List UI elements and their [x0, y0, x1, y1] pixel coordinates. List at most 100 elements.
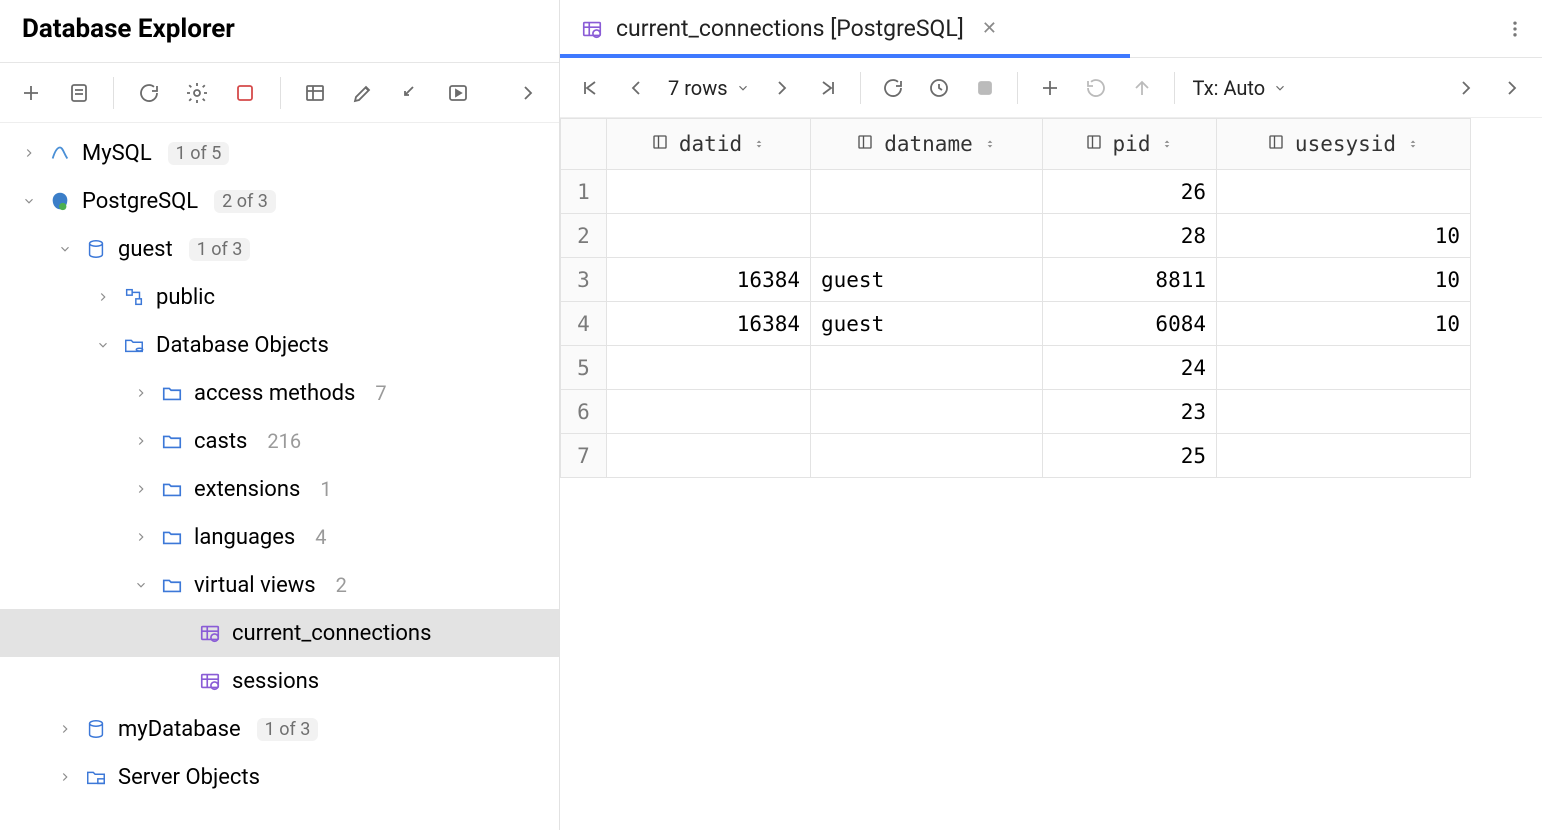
cell[interactable] [811, 214, 1043, 258]
cell[interactable]: 16384 [607, 302, 811, 346]
cell[interactable] [811, 434, 1043, 478]
chevron-right-icon[interactable] [132, 432, 150, 450]
row-number-cell[interactable]: 6 [561, 390, 607, 434]
cell[interactable] [607, 214, 811, 258]
reload-icon[interactable] [879, 74, 907, 102]
cell[interactable] [607, 170, 811, 214]
submit-icon[interactable] [1128, 74, 1156, 102]
next-result-icon[interactable] [1498, 74, 1526, 102]
tree-node-sessions[interactable]: sessions [0, 657, 559, 705]
cell[interactable]: 8811 [1043, 258, 1217, 302]
chevron-right-icon[interactable] [20, 144, 38, 162]
cell[interactable]: 10 [1217, 214, 1471, 258]
tab-current-connections[interactable]: current_connections [PostgreSQL] ✕ [560, 0, 1017, 58]
tree-node-current-connections[interactable]: current_connections [0, 609, 559, 657]
column-header-datname[interactable]: datname [811, 119, 1043, 170]
chevron-right-icon[interactable] [132, 528, 150, 546]
table-row[interactable]: 7 25 [561, 434, 1471, 478]
row-number-cell[interactable]: 1 [561, 170, 607, 214]
data-grid[interactable]: datiddatnamepidusesysid12622810316384gue… [560, 118, 1542, 830]
cell[interactable] [811, 346, 1043, 390]
run-icon[interactable] [446, 79, 472, 107]
last-page-icon[interactable] [814, 74, 842, 102]
cell[interactable] [607, 434, 811, 478]
cell[interactable]: 6084 [1043, 302, 1217, 346]
expand-icon[interactable] [515, 79, 541, 107]
cell[interactable]: 26 [1043, 170, 1217, 214]
chevron-down-icon[interactable] [132, 576, 150, 594]
chevron-right-icon[interactable] [132, 480, 150, 498]
auto-reload-icon[interactable] [925, 74, 953, 102]
tree-node-database-objects[interactable]: Database Objects [0, 321, 559, 369]
cell[interactable]: 10 [1217, 302, 1471, 346]
cell[interactable] [1217, 390, 1471, 434]
cell[interactable]: 23 [1043, 390, 1217, 434]
sort-icon[interactable] [752, 132, 766, 156]
settings-icon[interactable] [184, 79, 210, 107]
tree-node-server-objects[interactable]: Server Objects [0, 753, 559, 801]
tree-node-casts[interactable]: casts 216 [0, 417, 559, 465]
tree-node-languages[interactable]: languages 4 [0, 513, 559, 561]
sort-icon[interactable] [1406, 132, 1420, 156]
column-header-pid[interactable]: pid [1043, 119, 1217, 170]
cell[interactable]: 24 [1043, 346, 1217, 390]
prev-page-icon[interactable] [622, 74, 650, 102]
tree-node-mydatabase[interactable]: myDatabase 1 of 3 [0, 705, 559, 753]
tree-node-virtual-views[interactable]: virtual views 2 [0, 561, 559, 609]
column-header-datid[interactable]: datid [607, 119, 811, 170]
sort-icon[interactable] [983, 132, 997, 156]
table-row[interactable]: 5 24 [561, 346, 1471, 390]
cell[interactable]: 10 [1217, 258, 1471, 302]
revert-icon[interactable] [1082, 74, 1110, 102]
row-number-cell[interactable]: 7 [561, 434, 607, 478]
tree-node-mysql[interactable]: MySQL 1 of 5 [0, 129, 559, 177]
table-view-icon[interactable] [302, 79, 328, 107]
tree-node-postgresql[interactable]: PostgreSQL 2 of 3 [0, 177, 559, 225]
table-row[interactable]: 416384guest608410 [561, 302, 1471, 346]
chevron-right-icon[interactable] [56, 768, 74, 786]
table-row[interactable]: 316384guest881110 [561, 258, 1471, 302]
cell[interactable] [607, 390, 811, 434]
cell[interactable] [1217, 170, 1471, 214]
row-number-cell[interactable]: 4 [561, 302, 607, 346]
query-console-icon[interactable] [66, 79, 92, 107]
cell[interactable]: 16384 [607, 258, 811, 302]
add-icon[interactable] [18, 79, 44, 107]
cell[interactable] [1217, 434, 1471, 478]
add-row-icon[interactable] [1036, 74, 1064, 102]
chevron-right-icon[interactable] [56, 720, 74, 738]
more-options-icon[interactable] [1498, 12, 1532, 46]
chevron-right-icon[interactable] [94, 288, 112, 306]
cell[interactable]: guest [811, 258, 1043, 302]
cancel-query-icon[interactable] [971, 74, 999, 102]
table-row[interactable]: 22810 [561, 214, 1471, 258]
sort-icon[interactable] [1160, 132, 1174, 156]
tree-node-extensions[interactable]: extensions 1 [0, 465, 559, 513]
column-header-usesysid[interactable]: usesysid [1217, 119, 1471, 170]
close-tab-icon[interactable]: ✕ [982, 18, 997, 39]
row-number-cell[interactable]: 3 [561, 258, 607, 302]
chevron-down-icon[interactable] [20, 192, 38, 210]
table-row[interactable]: 1 26 [561, 170, 1471, 214]
tree-node-access-methods[interactable]: access methods 7 [0, 369, 559, 417]
first-page-icon[interactable] [576, 74, 604, 102]
cell[interactable] [1217, 346, 1471, 390]
tree-node-guest[interactable]: guest 1 of 3 [0, 225, 559, 273]
next-page-icon[interactable] [768, 74, 796, 102]
cell[interactable] [811, 170, 1043, 214]
chevron-down-icon[interactable] [56, 240, 74, 258]
row-number-header[interactable] [561, 119, 607, 170]
tree-node-public[interactable]: public [0, 273, 559, 321]
edit-icon[interactable] [350, 79, 376, 107]
refresh-icon[interactable] [136, 79, 162, 107]
rows-dropdown[interactable]: 7 rows [668, 76, 750, 100]
chevron-right-icon[interactable] [132, 384, 150, 402]
cell[interactable] [607, 346, 811, 390]
row-number-cell[interactable]: 2 [561, 214, 607, 258]
cell[interactable]: guest [811, 302, 1043, 346]
tx-mode-dropdown[interactable]: Tx: Auto [1193, 76, 1288, 100]
row-number-cell[interactable]: 5 [561, 346, 607, 390]
cell[interactable]: 25 [1043, 434, 1217, 478]
cell[interactable] [811, 390, 1043, 434]
jump-to-source-icon[interactable] [398, 79, 424, 107]
